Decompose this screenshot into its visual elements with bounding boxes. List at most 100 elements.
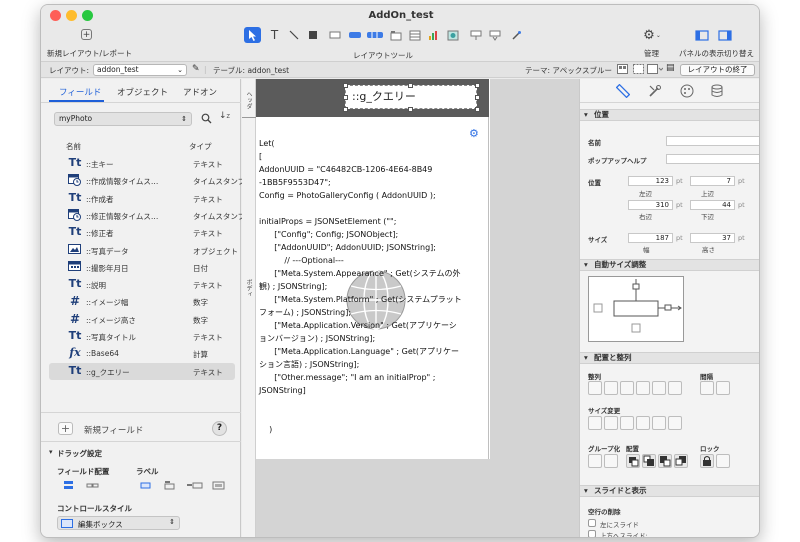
resize-handle[interactable] xyxy=(475,83,480,88)
width-field[interactable]: 187 xyxy=(628,233,673,243)
resize-handle[interactable] xyxy=(343,95,348,100)
add-field-button[interactable]: + xyxy=(58,422,73,435)
view-mode-icon[interactable]: ▤ xyxy=(666,63,675,73)
left-panel-toggle-icon[interactable] xyxy=(693,27,710,43)
resize-handle[interactable] xyxy=(343,83,348,88)
position-tab-ruler-icon[interactable] xyxy=(616,84,630,98)
calculation-script-text[interactable]: Let([AddonUUID = "C46482CB-1206-4E64-8B4… xyxy=(259,137,487,436)
field-picker-icon[interactable] xyxy=(467,27,484,43)
label-inside-icon[interactable] xyxy=(212,480,225,491)
column-header-type[interactable]: タイプ xyxy=(189,141,212,152)
chart-tool-icon[interactable] xyxy=(425,27,442,43)
appearance-tab-palette-icon[interactable] xyxy=(680,84,694,98)
insert-field-icon[interactable] xyxy=(486,27,503,43)
distribute-vertical-icon[interactable] xyxy=(716,381,730,395)
resize-both-min-icon[interactable] xyxy=(652,416,666,430)
header-part-tab[interactable]: ヘッダ xyxy=(245,91,253,109)
left-position-field[interactable]: 123 xyxy=(628,176,673,186)
body-part-tab[interactable]: ボディ xyxy=(245,279,253,297)
bring-to-front-icon[interactable] xyxy=(626,454,640,468)
align-middle-icon[interactable] xyxy=(652,381,666,395)
tab-fields[interactable]: フィールド xyxy=(59,86,101,98)
button-bar-tool-icon[interactable] xyxy=(366,27,383,43)
tooltip-field[interactable] xyxy=(666,154,759,164)
align-bottom-icon[interactable] xyxy=(668,381,682,395)
resize-handle[interactable] xyxy=(408,107,413,112)
field-list-item[interactable]: Tt::g_クエリー テキスト xyxy=(49,362,235,380)
field-list-item[interactable]: ::撮影年月日 日付 xyxy=(49,259,235,276)
send-to-back-icon[interactable] xyxy=(674,454,688,468)
resize-width-max-icon[interactable] xyxy=(604,416,618,430)
field-list-item[interactable]: ::作成情報タイムス… タイムスタンプ xyxy=(49,172,245,189)
field-list-item[interactable]: ::写真データ オブジェクト xyxy=(49,242,238,259)
sort-icon[interactable]: ↓Z xyxy=(219,111,230,121)
align-left-icon[interactable] xyxy=(588,381,602,395)
view-options-icon[interactable] xyxy=(647,64,663,74)
right-panel-toggle-icon[interactable] xyxy=(716,27,733,43)
column-header-name[interactable]: 名前 xyxy=(66,141,81,152)
new-layout-icon[interactable]: + xyxy=(81,29,92,40)
search-icon[interactable] xyxy=(201,113,212,124)
manage-gear-icon[interactable]: ⚙ ⌄ xyxy=(641,27,663,43)
portal-tool-icon[interactable] xyxy=(406,27,423,43)
button-tool-icon[interactable] xyxy=(346,27,363,43)
tab-objects[interactable]: オブジェクト xyxy=(117,86,168,98)
right-position-field[interactable]: 310 xyxy=(628,200,673,210)
label-top-icon[interactable] xyxy=(163,480,176,491)
layout-select[interactable]: addon_test ⌄ xyxy=(93,64,187,76)
slide-section-header[interactable]: ▾ スライドと表示 xyxy=(580,485,759,497)
line-tool-icon[interactable] xyxy=(285,27,302,43)
autosize-section-header[interactable]: ▾ 自動サイズ調整 xyxy=(580,259,759,271)
unlock-icon[interactable] xyxy=(716,454,730,468)
text-tool-icon[interactable]: T xyxy=(266,27,283,43)
tab-addons[interactable]: アドオン xyxy=(183,86,217,98)
field-list-item[interactable]: fx::Base64 計算 xyxy=(49,345,235,362)
object-name-field[interactable] xyxy=(666,136,759,146)
group-icon[interactable] xyxy=(588,454,602,468)
field-list-item[interactable]: Tt::修正者 テキスト xyxy=(49,224,235,241)
lock-icon[interactable] xyxy=(700,454,714,468)
edit-layout-pencil-icon[interactable]: ✎ xyxy=(192,64,200,74)
align-right-icon[interactable] xyxy=(620,381,634,395)
table-select[interactable]: myPhoto ⇕ xyxy=(54,112,192,126)
tab-control-tool-icon[interactable] xyxy=(387,27,404,43)
field-list-item[interactable]: Tt::説明 テキスト xyxy=(49,276,235,293)
slide-left-checkbox[interactable] xyxy=(588,519,596,527)
field-tool-icon[interactable] xyxy=(326,27,343,43)
bottom-position-field[interactable]: 44 xyxy=(690,200,735,210)
send-backward-icon[interactable] xyxy=(658,454,672,468)
resize-height-min-icon[interactable] xyxy=(620,416,634,430)
resize-handle[interactable] xyxy=(475,95,480,100)
bring-forward-icon[interactable] xyxy=(642,454,656,468)
distribute-horizontal-icon[interactable] xyxy=(700,381,714,395)
styles-tab-icon[interactable] xyxy=(648,84,662,98)
slide-up-checkbox[interactable] xyxy=(588,530,596,537)
resize-handle[interactable] xyxy=(408,83,413,88)
top-position-field[interactable]: 7 xyxy=(690,176,735,186)
resize-handle[interactable] xyxy=(475,107,480,112)
align-top-icon[interactable] xyxy=(636,381,650,395)
data-tab-database-icon[interactable] xyxy=(711,84,723,98)
resize-width-min-icon[interactable] xyxy=(588,416,602,430)
theme-change-icon[interactable] xyxy=(617,64,628,74)
chevron-down-icon[interactable]: ▾ xyxy=(49,448,53,456)
resize-handle[interactable] xyxy=(343,107,348,112)
label-none-icon[interactable] xyxy=(139,480,152,491)
label-left-icon[interactable] xyxy=(187,480,203,491)
g-query-field[interactable]: ::g_クエリー xyxy=(345,85,477,109)
field-list-item[interactable]: ::修正情報タイムス… タイムスタンプ xyxy=(49,207,245,224)
pointer-tool-icon[interactable] xyxy=(244,27,261,43)
height-field[interactable]: 37 xyxy=(690,233,735,243)
exit-layout-button[interactable]: レイアウトの終了 xyxy=(680,64,755,76)
new-field-label[interactable]: 新規フィールド xyxy=(84,424,143,436)
field-list-item[interactable]: Tt::写真タイトル テキスト xyxy=(49,328,235,345)
help-button[interactable]: ? xyxy=(212,421,227,436)
vertical-placement-icon[interactable] xyxy=(63,480,74,491)
web-viewer-tool-icon[interactable] xyxy=(444,27,461,43)
shape-tool-icon[interactable] xyxy=(304,27,321,43)
horizontal-placement-icon[interactable] xyxy=(86,480,99,491)
field-list-item[interactable]: #::イメージ幅 数字 xyxy=(49,293,235,310)
ungroup-icon[interactable] xyxy=(604,454,618,468)
position-section-header[interactable]: ▾ 位置 xyxy=(580,109,759,121)
resize-height-max-icon[interactable] xyxy=(636,416,650,430)
